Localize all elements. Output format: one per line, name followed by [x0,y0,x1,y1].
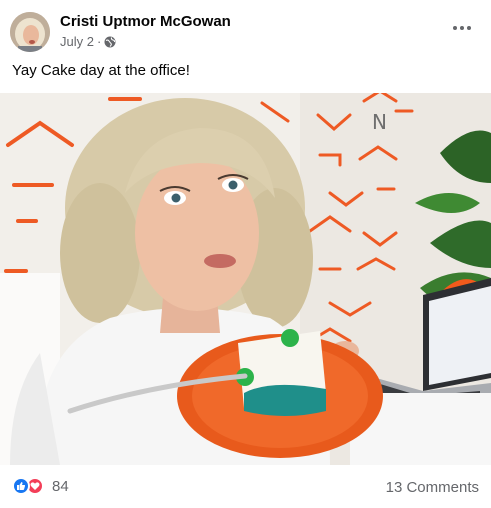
post-caption: Yay Cake day at the office! [12,62,190,79]
globe-icon[interactable] [104,36,116,48]
cake-photo-illustration: N [0,93,491,465]
reactions-summary[interactable]: 84 [12,477,69,495]
post-date[interactable]: July 2 [60,34,94,49]
cake-slice [236,329,326,416]
post-header: Cristi Uptmor McGowan July 2 · [0,0,491,60]
dot [467,26,471,30]
wall-letter: N [372,110,387,134]
avatar[interactable] [10,12,50,52]
post-photo[interactable]: N [0,93,491,465]
meta-separator: · [96,34,102,49]
dot [460,26,464,30]
avatar-photo [10,12,50,52]
author-name[interactable]: Cristi Uptmor McGowan [60,13,231,30]
comments-count-link[interactable]: 13 Comments [386,479,479,496]
post-meta: July 2 · [60,34,116,49]
like-icon [12,477,30,495]
heart-glyph [30,482,40,490]
thumbs-up-glyph [17,482,26,490]
more-options-icon[interactable] [447,18,477,38]
dot [453,26,457,30]
reaction-count: 84 [52,477,69,495]
post-footer: 84 13 Comments [0,465,491,508]
